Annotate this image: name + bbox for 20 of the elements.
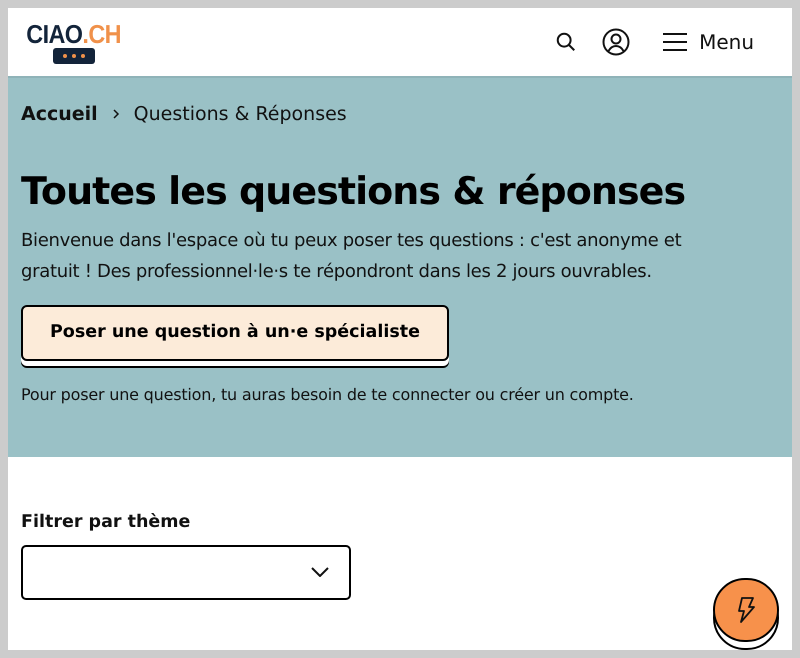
logo[interactable]: CIAO.CH [21, 20, 126, 64]
theme-select[interactable] [21, 544, 351, 600]
user-icon [602, 28, 630, 56]
breadcrumb-link[interactable]: Accueil [21, 100, 98, 128]
page-title: Toutes les questions & réponses [21, 168, 686, 212]
menu-button[interactable]: Menu [663, 27, 754, 57]
menu-icon [663, 32, 688, 52]
filter-label: Filtrer par thème [21, 510, 192, 534]
login-note: Pour poser une question, tu auras besoin de te connecter ou créer un compte. [21, 384, 635, 406]
chat-bubble-icon [52, 48, 95, 64]
logo-text: CIAO.CH [26, 20, 121, 48]
lightning-icon [736, 596, 756, 624]
chevron-icon [112, 108, 120, 120]
search-icon [555, 31, 578, 53]
chevron-down-icon [311, 567, 329, 578]
quick-help-button[interactable] [713, 578, 779, 650]
breadcrumb-link[interactable]: Questions & Réponses [134, 100, 347, 128]
account-button[interactable] [602, 28, 630, 56]
search-button[interactable] [555, 31, 578, 53]
intro-text: Bienvenue dans l'espace où tu peux poser tes questions : c'est anonyme et gratuit ! Des professionnel·le·s te répondront dans les 2 jours ouvrables. [21, 228, 682, 284]
